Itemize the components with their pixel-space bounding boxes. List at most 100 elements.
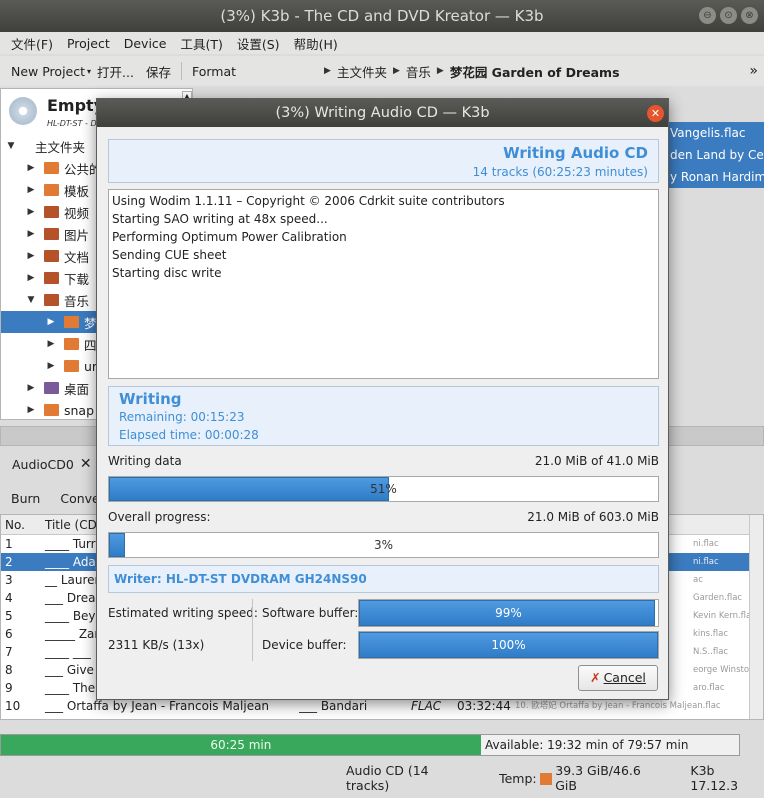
chevron-right-icon: ▶ bbox=[436, 66, 444, 76]
menu-help[interactable]: 帮助(H) bbox=[287, 34, 345, 53]
software-buffer-bar: 99% bbox=[358, 599, 659, 627]
device-buffer-bar: 100% bbox=[358, 631, 659, 659]
file-list-item[interactable]: den Land by Cere bbox=[668, 144, 764, 166]
breadcrumb-current[interactable]: 梦花园 Garden of Dreams bbox=[450, 62, 620, 81]
writing-data-value: 21.0 MiB of 41.0 MiB bbox=[534, 454, 659, 468]
expand-icon[interactable]: ▶ bbox=[26, 251, 36, 261]
writing-data-row: Writing data 21.0 MiB of 41.0 MiB bbox=[108, 454, 659, 468]
maximize-button[interactable]: ⊙ bbox=[720, 7, 737, 24]
table-scrollbar[interactable] bbox=[749, 515, 763, 719]
expand-icon[interactable]: ▶ bbox=[26, 273, 36, 283]
column-header-no[interactable]: No. bbox=[1, 515, 41, 534]
expand-icon[interactable]: ▶ bbox=[26, 405, 36, 415]
folder-icon bbox=[44, 184, 59, 196]
dialog-titlebar: (3%) Writing Audio CD — K3b ✕ bbox=[97, 99, 668, 127]
expand-icon[interactable]: ▶ bbox=[26, 163, 36, 173]
speed-value: 2311 KB/s (13x) bbox=[108, 638, 205, 652]
row-number: 5 bbox=[5, 609, 13, 623]
open-button[interactable]: 打开... bbox=[91, 62, 140, 81]
log-line: Starting disc write bbox=[112, 266, 222, 280]
expand-icon[interactable]: ▶ bbox=[26, 229, 36, 239]
toolbar-overflow-icon[interactable]: » bbox=[749, 63, 758, 79]
expand-icon[interactable]: ▶ bbox=[26, 383, 36, 393]
format-button[interactable]: Format bbox=[186, 64, 242, 79]
log-line: Performing Optimum Power Calibration bbox=[112, 230, 347, 244]
row-number: 3 bbox=[5, 573, 13, 587]
expand-icon[interactable]: ▶ bbox=[26, 185, 36, 195]
software-buffer-label: Software buffer: bbox=[262, 606, 359, 620]
menu-file[interactable]: 文件(F) bbox=[4, 34, 60, 53]
row-number: 1 bbox=[5, 537, 13, 551]
row-number: 7 bbox=[5, 645, 13, 659]
writing-data-progress-bar: 51% bbox=[108, 476, 659, 502]
expand-icon[interactable]: ▶ bbox=[46, 361, 56, 371]
folder-icon bbox=[539, 773, 553, 785]
breadcrumb: ▶ 主文件夹 ▶ 音乐 ▶ 梦花园 Garden of Dreams bbox=[318, 62, 619, 81]
row-number: 8 bbox=[5, 663, 13, 677]
close-button[interactable]: ⊗ bbox=[741, 7, 758, 24]
burn-button[interactable]: Burn bbox=[11, 491, 40, 506]
save-button[interactable]: 保存 bbox=[140, 62, 177, 81]
file-list-item[interactable]: Vangelis.flac bbox=[668, 122, 764, 144]
status-bar: Audio CD (14 tracks) Temp: 39.3 GiB/46.6… bbox=[0, 763, 764, 793]
chevron-right-icon: ▶ bbox=[392, 66, 400, 76]
row-number: 6 bbox=[5, 627, 13, 641]
device-icon bbox=[9, 97, 37, 125]
overall-progress-bar: 3% bbox=[108, 532, 659, 558]
job-title: Writing Audio CD bbox=[503, 144, 648, 162]
menu-project[interactable]: Project bbox=[60, 36, 117, 51]
tree-item-label: 下载 bbox=[64, 271, 90, 287]
convert-button[interactable]: Conve bbox=[60, 491, 99, 506]
row-number: 9 bbox=[5, 681, 13, 695]
divider bbox=[252, 599, 253, 661]
buffer-text: 100% bbox=[491, 638, 526, 652]
main-toolbar: New Project ▾ 打开... 保存 Format ▶ 主文件夹 ▶ 音… bbox=[0, 56, 764, 86]
folder-icon bbox=[64, 316, 79, 328]
expand-icon[interactable]: ▼ bbox=[6, 141, 16, 151]
status-temp-value: 39.3 GiB/46.6 GiB bbox=[555, 763, 641, 793]
breadcrumb-home[interactable]: 主文件夹 bbox=[337, 62, 387, 81]
elapsed-time: Elapsed time: 00:00:28 bbox=[119, 428, 259, 442]
file-list-item[interactable]: y Ronan Hardiman bbox=[668, 166, 764, 188]
breadcrumb-music[interactable]: 音乐 bbox=[406, 62, 431, 81]
buffer-text: 99% bbox=[495, 606, 522, 620]
cancel-button[interactable]: ✗ Cancel bbox=[578, 665, 658, 691]
menu-tools[interactable]: 工具(T) bbox=[173, 34, 229, 53]
dialog-title: (3%) Writing Audio CD — K3b bbox=[275, 105, 490, 121]
tree-item-label: 图片 bbox=[64, 227, 90, 243]
minimize-button[interactable]: ⊖ bbox=[699, 7, 716, 24]
capacity-bar: 60:25 min Available: 19:32 min of 79:57 … bbox=[0, 734, 740, 756]
job-details: 14 tracks (60:25:23 minutes) bbox=[472, 165, 648, 179]
downloads-folder-icon bbox=[44, 272, 59, 284]
project-tab[interactable]: AudioCD0 bbox=[12, 457, 74, 472]
speed-and-buffers: Estimated writing speed: 2311 KB/s (13x)… bbox=[108, 599, 659, 661]
dialog-close-button[interactable]: ✕ bbox=[647, 105, 664, 122]
tree-item-label: 主文件夹 bbox=[35, 139, 86, 155]
expand-icon[interactable]: ▶ bbox=[46, 317, 56, 327]
status-temp-label: Temp: bbox=[499, 770, 537, 786]
window-controls: ⊖ ⊙ ⊗ bbox=[699, 7, 758, 24]
collapse-icon[interactable]: ▼ bbox=[26, 295, 36, 305]
row-number: 2 bbox=[5, 555, 13, 569]
progress-text: 51% bbox=[370, 482, 397, 496]
log-line: Sending CUE sheet bbox=[112, 248, 227, 262]
expand-icon[interactable]: ▶ bbox=[46, 339, 56, 349]
overall-progress-value: 21.0 MiB of 603.0 MiB bbox=[527, 510, 659, 524]
expand-icon[interactable]: ▶ bbox=[26, 207, 36, 217]
window-titlebar: (3%) K3b - The CD and DVD Kreator — K3b … bbox=[0, 0, 764, 32]
new-project-button[interactable]: New Project bbox=[5, 64, 91, 79]
row-number: 4 bbox=[5, 591, 13, 605]
overall-progress-row: Overall progress: 21.0 MiB of 603.0 MiB bbox=[108, 510, 659, 524]
menu-device[interactable]: Device bbox=[117, 36, 174, 51]
log-output[interactable]: Using Wodim 1.1.11 – Copyright © 2006 Cd… bbox=[108, 189, 659, 379]
close-tab-icon[interactable]: ✕ bbox=[80, 456, 92, 472]
folder-icon bbox=[64, 360, 79, 372]
folder-icon bbox=[44, 162, 59, 174]
status-project: Audio CD (14 tracks) bbox=[346, 763, 429, 793]
menu-settings[interactable]: 设置(S) bbox=[230, 34, 287, 53]
row-number: 10 bbox=[5, 699, 21, 713]
desktop-folder-icon bbox=[44, 382, 59, 394]
remaining-time: Remaining: 00:15:23 bbox=[119, 410, 245, 424]
writer-info: Writer: HL-DT-ST DVDRAM GH24NS90 bbox=[108, 565, 659, 593]
overall-progress-label: Overall progress: bbox=[108, 510, 211, 524]
